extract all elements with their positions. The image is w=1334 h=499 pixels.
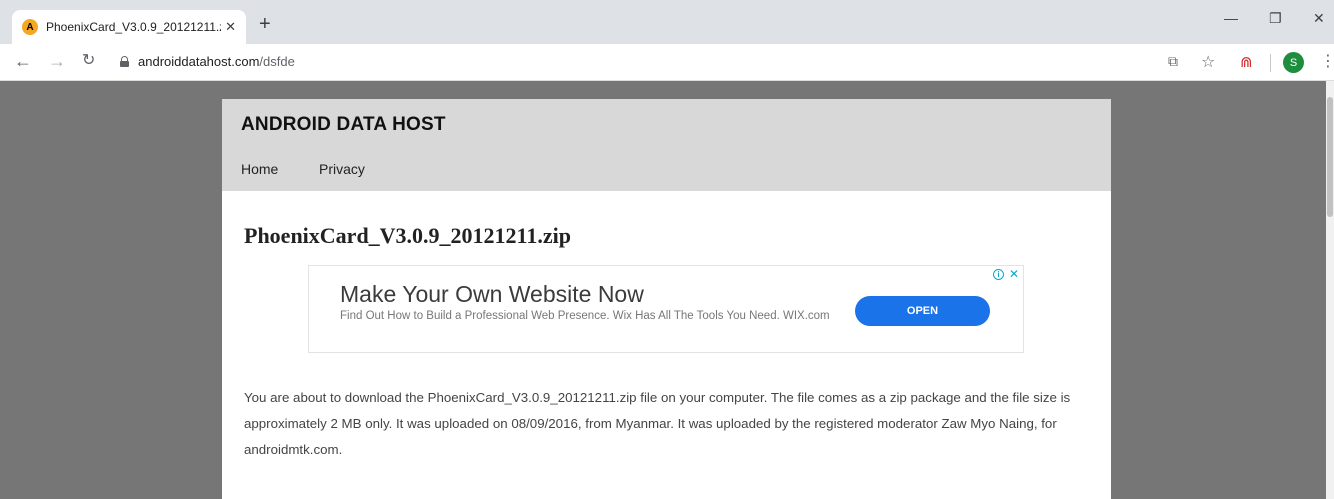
- nav-link-privacy[interactable]: Privacy: [319, 161, 365, 177]
- profile-avatar[interactable]: S: [1283, 52, 1304, 73]
- site-title[interactable]: ANDROID DATA HOST: [241, 114, 446, 136]
- site-favicon-icon: A: [22, 19, 38, 35]
- new-tab-icon[interactable]: +: [259, 14, 271, 34]
- tab-title: PhoenixCard_V3.0.9_20121211.zip: [46, 20, 222, 34]
- scrollbar[interactable]: [1326, 81, 1334, 499]
- restore-icon[interactable]: ❐: [1269, 10, 1282, 27]
- ad-description: Find Out How to Build a Professional Web…: [340, 310, 830, 322]
- ad-close-icon[interactable]: ✕: [1009, 267, 1019, 281]
- url-domain: androiddatahost.com: [138, 54, 260, 69]
- browser-tab[interactable]: A PhoenixCard_V3.0.9_20121211.zip ✕: [12, 10, 246, 44]
- ad-banner[interactable]: Make Your Own Website Now Find Out How t…: [308, 265, 1024, 353]
- extension-icon[interactable]: ⋒: [1240, 53, 1253, 71]
- translate-icon[interactable]: ⧉: [1168, 53, 1178, 70]
- bookmark-star-icon[interactable]: ☆: [1201, 52, 1215, 72]
- url-path: /dsfde: [259, 54, 295, 69]
- nav-link-home[interactable]: Home: [241, 161, 278, 177]
- file-description: You are about to download the PhoenixCar…: [244, 390, 1071, 457]
- page-title: PhoenixCard_V3.0.9_20121211.zip: [244, 223, 571, 248]
- tab-strip: A PhoenixCard_V3.0.9_20121211.zip ✕ + — …: [0, 0, 1334, 44]
- ad-open-button[interactable]: OPEN: [855, 296, 990, 326]
- site-header: ANDROID DATA HOST Home Privacy: [222, 99, 1111, 191]
- page-container: ANDROID DATA HOST Home Privacy PhoenixCa…: [222, 99, 1111, 499]
- ad-info-icon[interactable]: i: [993, 269, 1004, 280]
- scrollbar-thumb[interactable]: [1327, 97, 1333, 217]
- minimize-icon[interactable]: —: [1224, 10, 1238, 26]
- forward-icon[interactable]: →: [48, 51, 66, 71]
- toolbar-separator: [1270, 54, 1271, 72]
- ad-headline[interactable]: Make Your Own Website Now: [340, 281, 644, 308]
- menu-icon[interactable]: ⋮: [1320, 51, 1334, 71]
- address-bar[interactable]: androiddatahost.com/dsfde: [138, 54, 295, 69]
- browser-toolbar: ← → ↻ androiddatahost.com/dsfde ⧉ ☆ ⋒ S …: [0, 44, 1334, 81]
- tab-close-icon[interactable]: ✕: [225, 19, 236, 35]
- close-window-icon[interactable]: ✕: [1313, 10, 1325, 27]
- lock-icon: [120, 56, 129, 67]
- back-icon[interactable]: ←: [14, 51, 32, 71]
- reload-icon[interactable]: ↻: [82, 51, 95, 71]
